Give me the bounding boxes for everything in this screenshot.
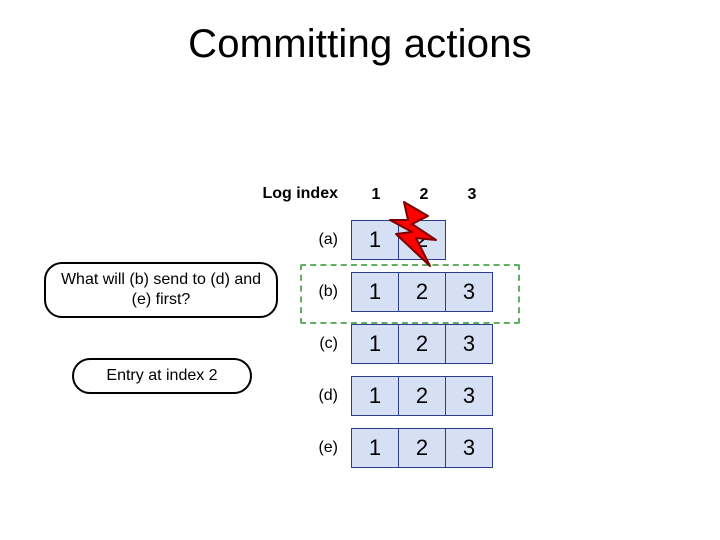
cell: 1 xyxy=(351,272,399,312)
cell: 1 xyxy=(351,324,399,364)
cell: 3 xyxy=(445,324,493,364)
header-row: Log index 123 xyxy=(352,186,496,206)
table-row: (b) 123 xyxy=(352,272,496,312)
row-label-a: (a) xyxy=(318,220,338,260)
callout-answer-text: Entry at index 2 xyxy=(106,367,217,384)
cell: 1 xyxy=(351,376,399,416)
cell: 3 xyxy=(445,376,493,416)
cell: 3 xyxy=(445,428,493,468)
row-label-e: (e) xyxy=(318,428,338,468)
callout-question-text: What will (b) send to (d) and (e) first? xyxy=(61,271,261,308)
col-header: 3 xyxy=(448,186,496,204)
log-grid: Log index 123 (a) 12 (b) 123 (c) 123 (d)… xyxy=(352,186,496,468)
cell: 2 xyxy=(398,220,446,260)
row-label-c: (c) xyxy=(319,324,338,364)
table-row: (d) 123 xyxy=(352,376,496,416)
cell: 2 xyxy=(398,272,446,312)
col-header: 2 xyxy=(400,186,448,204)
log-index-label: Log index xyxy=(262,186,338,202)
cell: 2 xyxy=(398,376,446,416)
callout-question: What will (b) send to (d) and (e) first? xyxy=(44,262,278,318)
cell: 1 xyxy=(351,428,399,468)
cell: 1 xyxy=(351,220,399,260)
table-row: (e) 123 xyxy=(352,428,496,468)
col-header: 1 xyxy=(352,186,400,204)
cell: 2 xyxy=(398,324,446,364)
row-label-d: (d) xyxy=(318,376,338,416)
callout-answer: Entry at index 2 xyxy=(72,358,252,394)
table-row: (c) 123 xyxy=(352,324,496,364)
page-title: Committing actions xyxy=(0,22,720,67)
cell: 2 xyxy=(398,428,446,468)
cell-empty xyxy=(445,220,493,260)
row-label-b: (b) xyxy=(318,272,338,312)
cell: 3 xyxy=(445,272,493,312)
table-row: (a) 12 xyxy=(352,220,496,260)
